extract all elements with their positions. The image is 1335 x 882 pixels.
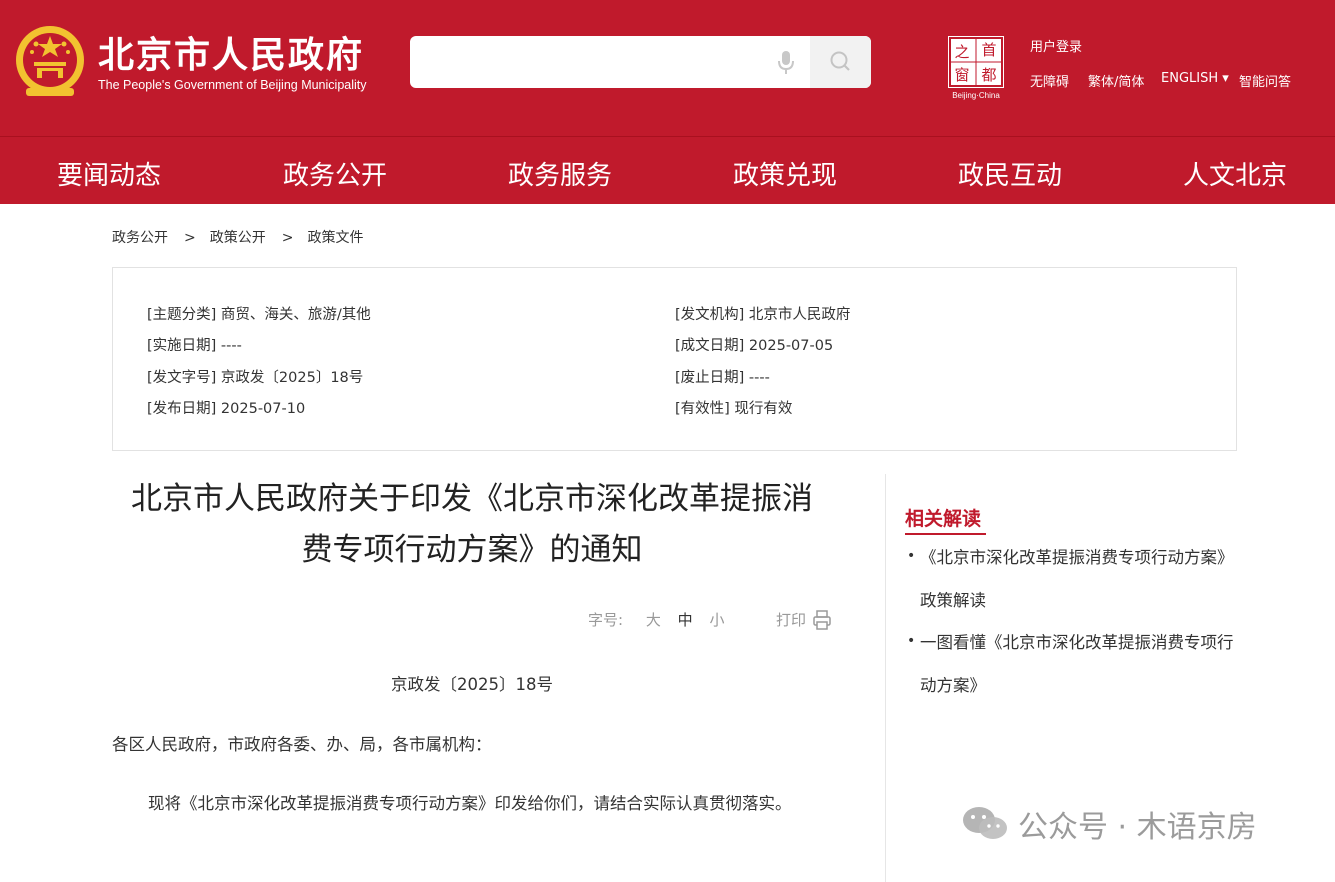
nav-item-interaction[interactable]: 政民互动 [958,155,1062,192]
related-link-infographic[interactable]: 一图看懂《北京市深化改革提振消费专项行动方案》 [920,621,1240,707]
watermark-text: 公众号 · 木语京房 [1018,810,1257,845]
capital-window-logo[interactable]: 之 首 窗 都 Beijing·China [944,34,1008,100]
nav-item-policy-fulfillment[interactable]: 政策兑现 [733,155,837,192]
meta-repeal-date: [废止日期] ---- [675,370,770,386]
document-metadata-box: [主题分类] 商贸、海关、旅游/其他 [实施日期] ---- [发文字号] 京政… [112,267,1237,451]
breadcrumb-gov-affairs-open[interactable]: 政务公开 [112,227,168,247]
breadcrumb-separator: > [281,230,294,246]
search-button[interactable] [810,36,871,88]
svg-text:都: 都 [981,66,996,84]
meta-publish-date: [发布日期] 2025-07-10 [147,401,306,417]
search-input[interactable] [410,36,810,88]
user-login-link[interactable]: 用户登录 [1030,36,1082,55]
related-link-policy-interpretation[interactable]: 《北京市深化改革提振消费专项行动方案》政策解读 [920,536,1240,622]
font-size-medium[interactable]: 中 [678,609,693,630]
nav-item-culture-beijing[interactable]: 人文北京 [1183,155,1287,192]
microphone-icon[interactable] [772,48,800,76]
column-divider [885,474,886,882]
national-emblem-icon [16,26,84,96]
body-paragraph: 现将《北京市深化改革提振消费专项行动方案》印发给你们，请结合实际认真贯彻落实。 [148,794,792,813]
article-title-line-2: 费专项行动方案》的通知 [301,532,643,568]
site-header: 北京市人民政府 The People's Government of Beiji… [0,0,1335,136]
meta-document-number: [发文字号] 京政发〔2025〕18号 [147,370,364,386]
search-box [410,36,871,88]
wechat-icon [963,807,1007,839]
font-size-large[interactable]: 大 [646,609,661,630]
related-interpretations-title: 相关解读 [905,508,982,530]
printer-icon[interactable] [812,609,832,631]
svg-text:首: 首 [981,41,996,59]
wechat-watermark: 公众号 · 木语京房 [960,800,1300,846]
meta-effective-date: [实施日期] ---- [147,338,242,354]
accessibility-link[interactable]: 无障碍 [1030,71,1069,90]
site-title[interactable]: 北京市人民政府 [98,26,364,78]
font-size-small[interactable]: 小 [709,609,724,630]
nav-item-gov-services[interactable]: 政务服务 [508,155,612,192]
font-size-controls: 字号: 大 中 小 [588,609,736,630]
breadcrumb: 政务公开 > 政策公开 > 政策文件 [112,227,363,247]
meta-subject-category: [主题分类] 商贸、海关、旅游/其他 [147,307,371,323]
svg-text:窗: 窗 [954,66,969,84]
search-icon [830,51,850,71]
bullet-icon: • [907,633,916,649]
meta-issuing-authority: [发文机构] 北京市人民政府 [675,307,851,323]
breadcrumb-policy-documents[interactable]: 政策文件 [307,227,363,247]
svg-text:之: 之 [954,43,969,61]
svg-text:Beijing·China: Beijing·China [952,91,1000,100]
nav-item-news[interactable]: 要闻动态 [57,155,161,192]
breadcrumb-policy-open[interactable]: 政策公开 [210,227,266,247]
font-size-label: 字号: [588,611,624,629]
article-title-line-1: 北京市人民政府关于印发《北京市深化改革提振消 [131,481,813,517]
english-dropdown[interactable]: ENGLISH ▾ [1161,71,1229,86]
meta-validity: [有效性] 现行有效 [675,401,793,417]
salutation: 各区人民政府，市政府各委、办、局，各市属机构： [112,735,492,754]
smart-qa-link[interactable]: 智能问答 [1239,71,1291,90]
print-button[interactable]: 打印 [776,609,806,630]
meta-written-date: [成文日期] 2025-07-05 [675,338,834,354]
main-nav: 要闻动态 政务公开 政务服务 政策兑现 政民互动 人文北京 [0,136,1335,204]
bullet-icon: • [907,548,916,564]
article-title: 北京市人民政府关于印发《北京市深化改革提振消 费专项行动方案》的通知 [112,474,832,576]
traditional-simplified-link[interactable]: 繁体/简体 [1088,71,1144,90]
document-number: 京政发〔2025〕18号 [391,675,553,694]
breadcrumb-separator: > [184,230,196,246]
related-title-underline [905,533,986,535]
nav-item-gov-affairs-open[interactable]: 政务公开 [283,155,387,192]
site-title-english[interactable]: The People's Government of Beijing Munic… [98,78,367,92]
